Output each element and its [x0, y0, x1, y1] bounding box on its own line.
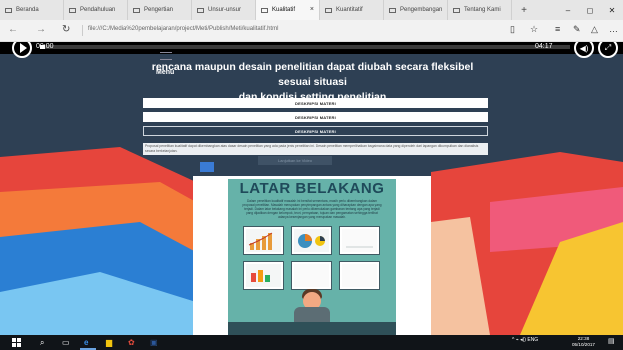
- search-icon[interactable]: ⌕: [40, 337, 44, 348]
- tab-tentang-kami[interactable]: Tentang Kami: [448, 0, 512, 20]
- task-view-icon[interactable]: ▭: [62, 337, 70, 348]
- headline-line-1: rencana maupun desain penelitian dapat d…: [151, 61, 474, 88]
- minimize-button[interactable]: –: [557, 0, 579, 20]
- tab-page-icon: [453, 7, 460, 13]
- tab-page-icon: [69, 7, 76, 13]
- description-text: Proposal penelitian kualitatif dapat dik…: [143, 143, 488, 155]
- chart-frame-mini-bars: [243, 261, 284, 290]
- slide-illustration: LATAR BELAKANG Dalam penelitian kualitat…: [228, 179, 396, 335]
- forward-button[interactable]: →: [36, 24, 46, 35]
- app-icon[interactable]: ✿: [128, 337, 135, 348]
- video-progress-track[interactable]: [40, 45, 570, 49]
- slide-panel: LATAR BELAKANG Dalam penelitian kualitat…: [193, 176, 431, 335]
- tab-page-icon: [5, 7, 12, 13]
- browser-tab-bar: Beranda Pendahuluan Pengertian Unsur-uns…: [0, 0, 623, 20]
- chart-frame-blank: [339, 226, 380, 255]
- continue-video-button[interactable]: Lanjutkan ke Video: [258, 156, 332, 165]
- url-separator: [82, 25, 83, 36]
- share-icon[interactable]: △: [591, 24, 598, 35]
- new-tab-button[interactable]: +: [512, 0, 536, 20]
- tab-page-icon: [133, 7, 140, 13]
- hub-icon[interactable]: ≡: [555, 24, 560, 34]
- chart-frame-bars: [243, 226, 284, 255]
- word-icon[interactable]: ▣: [150, 337, 158, 348]
- tab-pendahuluan[interactable]: Pendahuluan: [64, 0, 128, 20]
- mini-bar-chart-icon: [251, 270, 270, 282]
- windows-start-icon[interactable]: [12, 337, 21, 348]
- window-controls: – ◻ ✕: [557, 0, 623, 20]
- deskripsi-materi-button-1[interactable]: DESKRIPSI MATERI: [143, 98, 488, 108]
- deskripsi-materi-button-3[interactable]: DESKRIPSI MATERI: [143, 126, 488, 136]
- close-tab-icon[interactable]: ×: [310, 6, 314, 13]
- tab-label: Unsur-unsur: [208, 7, 242, 13]
- tab-label: Kualitatif: [272, 7, 296, 13]
- edge-icon[interactable]: e: [84, 337, 88, 348]
- system-tray[interactable]: ^ ⌁ ◂)) ENG: [512, 337, 538, 343]
- tab-label: Pendahuluan: [80, 7, 116, 13]
- reading-view-icon[interactable]: ▯: [510, 24, 515, 35]
- tab-page-icon: [261, 7, 268, 13]
- favorite-star-icon[interactable]: ☆: [530, 24, 538, 35]
- url-field[interactable]: file:///C:/Media%20pembelajaran/project/…: [88, 26, 278, 32]
- close-window-button[interactable]: ✕: [601, 0, 623, 20]
- tab-unsur-unsur[interactable]: Unsur-unsur: [192, 0, 256, 20]
- windows-taskbar: ⌕ ▭ e ▆ ✿ ▣ ^ ⌁ ◂)) ENG 22:38 05/10/2017…: [0, 335, 623, 350]
- refresh-button[interactable]: ↻: [62, 24, 70, 35]
- tab-page-icon: [389, 7, 396, 13]
- back-button[interactable]: ←: [8, 24, 18, 35]
- presenter-desk: [228, 322, 396, 335]
- tab-kuantitatif[interactable]: Kuantitatif: [320, 0, 384, 20]
- tab-page-icon: [325, 7, 332, 13]
- pie-chart-icon: [298, 234, 325, 248]
- lesson-page: 00:00 04:17 ◀) ⤢ Menu rencana maupun des…: [0, 42, 623, 335]
- tab-label: Pengertian: [144, 7, 174, 13]
- chart-frame-blank-3: [339, 261, 380, 290]
- tab-pengertian[interactable]: Pengertian: [128, 0, 192, 20]
- tab-kualitatif[interactable]: Kualitatif ×: [256, 0, 320, 20]
- maximize-button[interactable]: ◻: [579, 0, 601, 20]
- tab-label: Beranda: [16, 7, 39, 13]
- tab-label: Kuantitatif: [336, 7, 363, 13]
- blue-marker: [200, 162, 214, 172]
- file-explorer-icon[interactable]: ▆: [106, 337, 112, 348]
- chart-frame-blank-2: [291, 261, 332, 290]
- more-icon[interactable]: …: [609, 24, 618, 34]
- video-total-time: 04:17: [535, 43, 553, 50]
- tab-label: Pengembangan: [400, 7, 443, 13]
- video-current-time: 00:00: [36, 43, 54, 50]
- tab-pengembangan[interactable]: Pengembangan: [384, 0, 448, 20]
- bar-chart-icon: [248, 232, 273, 250]
- address-bar: ← → ↻ file:///C:/Media%20pembelajaran/pr…: [0, 20, 623, 42]
- hamburger-menu-icon[interactable]: [160, 52, 172, 60]
- tab-beranda[interactable]: Beranda: [0, 0, 64, 20]
- chart-frame-pies: [291, 226, 332, 255]
- taskbar-clock[interactable]: 22:38 05/10/2017: [572, 336, 595, 348]
- video-control-bar: 00:00 04:17: [0, 42, 623, 54]
- notification-icon[interactable]: ▤: [608, 337, 615, 345]
- clock-date: 05/10/2017: [572, 342, 595, 347]
- tab-label: Tentang Kami: [464, 7, 501, 13]
- slide-title: LATAR BELAKANG: [239, 180, 385, 197]
- deskripsi-materi-button-2[interactable]: DESKRIPSI MATERI: [143, 112, 488, 122]
- slide-body-text: Dalam penelitian kualitatif masalah ini …: [242, 199, 382, 219]
- tab-page-icon: [197, 7, 204, 13]
- blank-board-icon: [346, 246, 373, 248]
- notes-icon[interactable]: ✎: [573, 24, 581, 35]
